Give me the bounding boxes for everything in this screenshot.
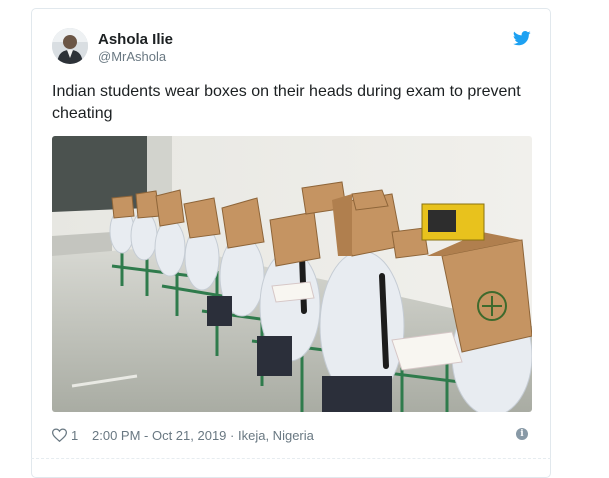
heart-icon[interactable]: [52, 428, 67, 442]
info-icon[interactable]: i: [516, 428, 528, 440]
tweet-location[interactable]: Ikeja, Nigeria: [238, 428, 314, 443]
tweet-timestamp[interactable]: 2:00 PM - Oct 21, 2019: [92, 428, 226, 443]
next-card-edge: [31, 458, 551, 460]
avatar[interactable]: [52, 28, 88, 64]
tweet-text: Indian students wear boxes on their head…: [52, 83, 521, 122]
tweet-photo[interactable]: [52, 136, 532, 412]
tweet-meta[interactable]: 2:00 PM - Oct 21, 2019 · Ikeja, Nigeria: [92, 428, 314, 443]
like-count[interactable]: 1: [71, 428, 78, 443]
meta-separator: ·: [230, 428, 235, 443]
user-handle[interactable]: @MrAshola: [98, 49, 166, 64]
tweet-card[interactable]: Ashola Ilie @MrAshola Indian students we…: [31, 8, 551, 478]
twitter-bird-icon[interactable]: [513, 31, 531, 46]
display-name[interactable]: Ashola Ilie: [98, 31, 173, 48]
tweet-footer: 1 2:00 PM - Oct 21, 2019 · Ikeja, Nigeri…: [52, 427, 532, 445]
